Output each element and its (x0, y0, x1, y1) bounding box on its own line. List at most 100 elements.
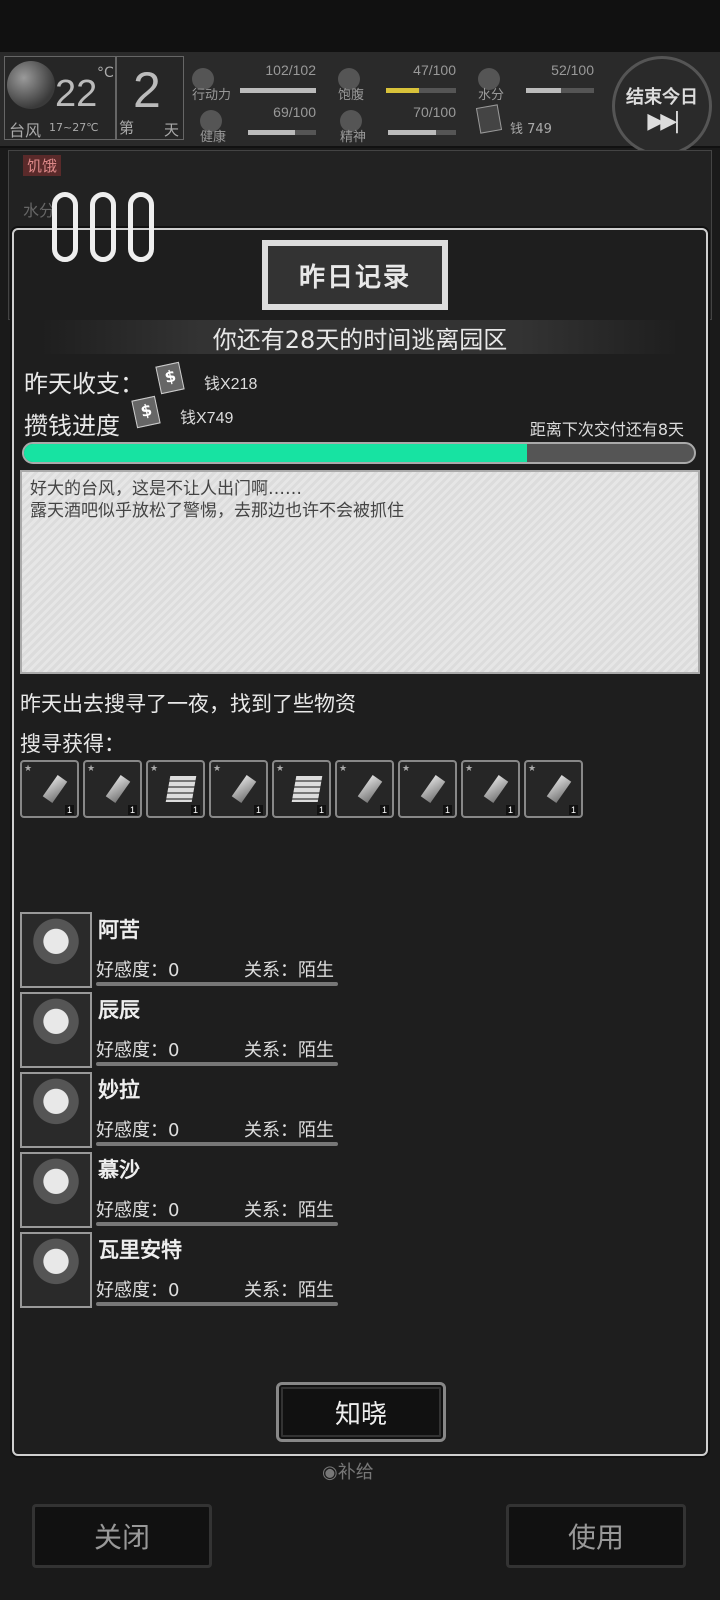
day-number: 2 (133, 62, 161, 118)
bandage-icon (546, 774, 572, 804)
money-value: 钱 749 (510, 122, 552, 137)
hud: 22 °C 台风 17~27℃ 2 第 天 行动力 102/102 饱腹 47/… (0, 52, 720, 156)
rarity-stars: ★ (213, 764, 222, 774)
stat-bar (386, 88, 456, 93)
item-slot[interactable]: ★ 1 (20, 760, 79, 818)
ring (128, 192, 154, 262)
saving-progress-value: 钱X749 (180, 410, 234, 427)
item-slot[interactable]: ★ 1 (461, 760, 520, 818)
tube-icon (483, 774, 509, 804)
item-slot[interactable]: ★ 1 (398, 760, 457, 818)
end-day-label: 结束今日 (626, 87, 698, 108)
character-name: 妙拉 (98, 1078, 140, 1102)
temperature-unit: °C (97, 65, 114, 81)
item-slot[interactable]: ★ 1 (209, 760, 268, 818)
rarity-stars: ★ (339, 764, 348, 774)
favor-bar (96, 1142, 338, 1146)
end-day-button[interactable]: 结束今日 ▶▶| (612, 56, 712, 156)
relation-text: 关系：陌生 (244, 1120, 334, 1141)
character-row[interactable]: 妙拉 好感度：0 关系：陌生 (20, 1072, 350, 1150)
stat-label: 饱腹 (338, 88, 365, 103)
item-slot[interactable]: ★ 1 (272, 760, 331, 818)
scrap-icon (231, 774, 257, 804)
yesterday-income-label: 昨天收支： (24, 370, 144, 398)
stat-label: 健康 (200, 130, 227, 145)
yesterday-income-value: 钱X218 (204, 376, 258, 393)
favor-bar (96, 1302, 338, 1306)
character-name: 瓦里安特 (98, 1238, 182, 1262)
stat-value: 70/100 (413, 104, 456, 120)
favor-bar (96, 1222, 338, 1226)
day-label-right: 天 (163, 121, 179, 139)
acknowledge-button[interactable]: 知晓 (276, 1382, 446, 1442)
favor-bar (96, 1062, 338, 1066)
water-bottle-icon (357, 774, 383, 804)
character-row[interactable]: 辰辰 好感度：0 关系：陌生 (20, 992, 350, 1070)
stat-spirit: 精神 70/100 (340, 104, 456, 145)
character-portrait (20, 912, 92, 988)
saving-progress-bar (22, 442, 696, 464)
dialog-title: 昨日记录 (268, 246, 442, 304)
stat-bar (248, 130, 316, 135)
character-portrait (20, 1232, 92, 1308)
weather-name: 台风 (9, 121, 42, 140)
cigarette-icon (105, 774, 131, 804)
rarity-stars: ★ (465, 764, 474, 774)
weather-range: 17~27℃ (49, 121, 99, 134)
stat-value: 52/100 (551, 62, 594, 78)
rarity-stars: ★ (402, 764, 411, 774)
can-icon (42, 774, 68, 804)
rarity-stars: ★ (87, 764, 96, 774)
stat-fill (248, 130, 295, 135)
item-slot[interactable]: ★ 1 (335, 760, 394, 818)
item-slot[interactable]: ★ 1 (146, 760, 205, 818)
saving-progress-fill (24, 444, 527, 462)
character-portrait (20, 1152, 92, 1228)
favor-text: 好感度：0 (96, 1040, 180, 1061)
favor-text: 好感度：0 (96, 1280, 180, 1301)
stat-value: 102/102 (265, 62, 316, 78)
stat-value: 47/100 (413, 62, 456, 78)
cash-icon (475, 104, 503, 134)
item-list: ★ 1 ★ 1 ★ 1 ★ 1 ★ 1 ★ 1 ★ 1 ★ 1 ★ 1 (20, 760, 583, 818)
dialog-title-plate: 昨日记录 (262, 240, 448, 310)
fast-forward-icon: ▶▶| (647, 109, 680, 134)
saving-progress-label: 攒钱进度 (24, 412, 120, 440)
day-label-left: 第 (119, 119, 135, 137)
character-name: 辰辰 (98, 998, 140, 1022)
log-line: 好大的台风，这是不让人出门啊…… (30, 479, 302, 499)
character-row[interactable]: 瓦里安特 好感度：0 关系：陌生 (20, 1232, 350, 1310)
item-count: 1 (379, 805, 389, 815)
character-row[interactable]: 慕沙 好感度：0 关系：陌生 (20, 1152, 350, 1230)
item-slot[interactable]: ★ 1 (83, 760, 142, 818)
stat-label: 水分 (478, 88, 505, 103)
hunger-badge: 饥饿 (23, 155, 62, 176)
day-counter: 2 第 天 (116, 56, 184, 140)
character-portrait (20, 1072, 92, 1148)
ring (90, 192, 116, 262)
item-slot[interactable]: ★ 1 (524, 760, 583, 818)
ring (52, 192, 78, 262)
stat-label: 行动力 (192, 88, 232, 103)
stat-water: 水分 52/100 (478, 62, 594, 103)
binder-rings-icon (48, 192, 158, 268)
stat-action: 行动力 102/102 (192, 62, 316, 103)
log-line: 露天酒吧似乎放松了警惕，去那边也许不会被抓住 (30, 501, 404, 521)
status-bar-area (0, 0, 720, 52)
item-count: 1 (64, 805, 74, 815)
next-delivery-text: 距离下次交付还有8天 (529, 420, 684, 439)
tube-icon (420, 774, 446, 804)
rarity-stars: ★ (276, 764, 285, 774)
moon-icon (7, 61, 55, 109)
stat-label: 精神 (340, 130, 367, 145)
stat-bar (240, 88, 316, 93)
stat-value: 69/100 (273, 104, 316, 120)
close-button[interactable]: 关闭 (32, 1504, 212, 1568)
stat-satiety: 饱腹 47/100 (338, 62, 456, 103)
character-row[interactable]: 阿苦 好感度：0 关系：陌生 (20, 912, 350, 990)
favor-bar (96, 982, 338, 986)
use-button[interactable]: 使用 (506, 1504, 686, 1568)
temperature: 22 (55, 73, 98, 115)
relation-text: 关系：陌生 (244, 960, 334, 981)
stat-bar (388, 130, 456, 135)
